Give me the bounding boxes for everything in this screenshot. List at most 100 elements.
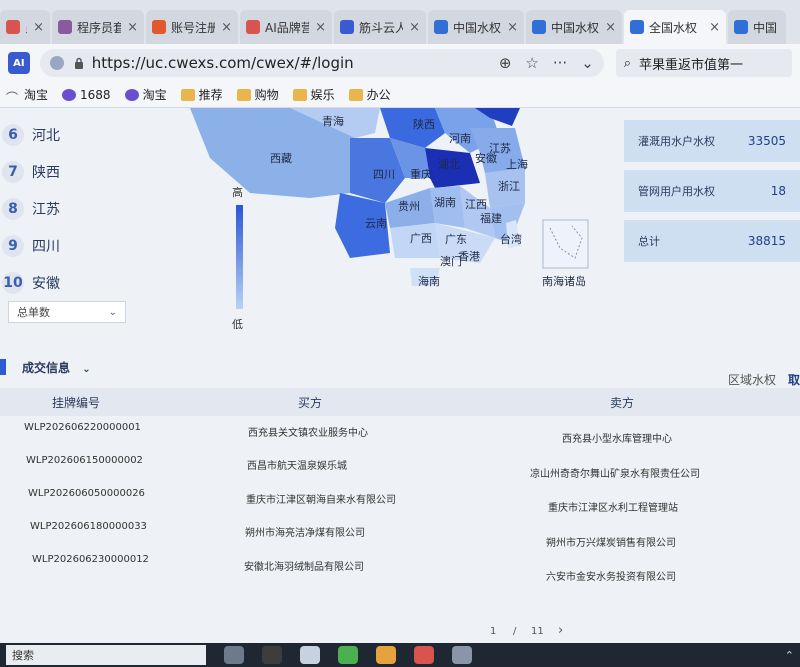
bookmark-label: 推荐 (198, 88, 223, 102)
metric-select-value: 总单数 (17, 306, 50, 319)
taskbar-search[interactable]: 搜索 (6, 645, 206, 665)
bookmark-star-icon[interactable]: ☆ (525, 54, 538, 72)
folder-icon (236, 88, 251, 101)
cell-seller: 西充县小型水库管理中心 (562, 434, 672, 445)
ranking-item[interactable]: 10 安徽 (0, 264, 180, 301)
browser-tab[interactable]: AI品牌营 × (240, 10, 332, 44)
deals-title[interactable]: 成交信息 ⌄ (22, 359, 91, 376)
rank-number: 7 (2, 160, 24, 183)
province-name: 四川 (32, 238, 60, 255)
site-favicon-icon: ⌒ (6, 90, 19, 105)
ranking-item[interactable]: 7 陕西 (0, 153, 180, 190)
pagination-next-button[interactable]: › (558, 623, 563, 638)
cell-buyer: 朔州市海亮洁净煤有限公司 (245, 528, 365, 540)
bookmark-item[interactable]: ⌒ 淘宝 (6, 86, 48, 105)
ai-assistant-icon[interactable]: AI (8, 52, 30, 74)
bookmark-item[interactable]: 推荐 (180, 86, 223, 103)
tab-title: 全国水权 (649, 20, 698, 35)
folder-icon (292, 88, 307, 101)
system-tray-chevron-icon[interactable]: ⌃ (785, 649, 794, 662)
browser-tab[interactable]: 中国 (728, 10, 786, 44)
page-content: 6 河北 7 陕西 8 江苏 9 四川 10 安徽 总单数 ⌄ 青海 陕西 河南… (0, 108, 800, 643)
taskbar-app-icon[interactable] (338, 646, 358, 664)
legend-high-label: 高 (232, 186, 243, 199)
cell-code: WLP202606230000012 (32, 554, 149, 565)
browser-tab[interactable]: 筋斗云人 × (334, 10, 426, 44)
reader-mode-icon[interactable]: ⊕ (499, 54, 512, 72)
cell-seller: 重庆市江津区水利工程管理站 (548, 503, 678, 514)
tab-water-intake-rights[interactable]: 取 (788, 371, 800, 388)
map-province-label: 福建 (480, 212, 502, 225)
map-province-label: 上海 (506, 158, 528, 171)
cell-code: WLP202606180000033 (30, 521, 147, 532)
deals-header: 成交信息 ⌄ (0, 353, 800, 381)
taskbar-app-icon[interactable] (262, 646, 282, 664)
taskbar-app-icon[interactable] (376, 646, 396, 664)
column-header-buyer: 买方 (298, 396, 323, 410)
bookmark-item[interactable]: 淘宝 (124, 86, 167, 103)
rank-number: 10 (2, 271, 24, 294)
tab-close-icon[interactable]: × (605, 20, 616, 35)
stat-label: 管网用户用水权 (638, 185, 715, 198)
tab-favicon-icon (6, 20, 20, 34)
tab-title: 账号注册 (171, 20, 216, 35)
ranking-item[interactable]: 8 江苏 (0, 190, 180, 227)
browser-tab[interactable]: 中国水权 × (526, 10, 622, 44)
tab-favicon-icon (246, 20, 260, 34)
tab-close-icon[interactable]: × (221, 20, 232, 35)
browser-tab[interactable]: 员套 × (0, 10, 50, 44)
taskbar-app-icon[interactable] (414, 646, 434, 664)
site-info-icon[interactable] (49, 56, 64, 70)
tab-favicon-icon (630, 20, 644, 34)
search-box[interactable]: ⌕ 苹果重返市值第一 (615, 49, 792, 77)
stat-card: 管网用户用水权 18 (624, 170, 800, 212)
map-province-label: 香港 (458, 250, 480, 263)
browser-tab[interactable]: 中国水权 × (428, 10, 524, 44)
map-province-label: 广西 (410, 232, 432, 245)
chevron-down-icon[interactable]: ⌄ (581, 54, 594, 72)
tab-close-icon[interactable]: × (709, 20, 720, 35)
url-text[interactable]: https://uc.cwexs.com/cwex/#/login (92, 54, 499, 72)
tab-close-icon[interactable]: × (127, 20, 138, 35)
tab-favicon-icon (152, 20, 166, 34)
bookmark-item[interactable]: 购物 (236, 86, 279, 103)
taskbar-app-icon[interactable] (224, 646, 244, 664)
tab-close-icon[interactable]: × (315, 20, 326, 35)
map-province-label: 河南 (449, 132, 471, 145)
browser-tab[interactable]: 全国水权 × (624, 10, 726, 44)
province-name: 陕西 (32, 164, 60, 181)
bookmark-item[interactable]: 办公 (348, 86, 391, 103)
stat-value: 18 (770, 184, 786, 198)
map-province-label: 湖北 (438, 158, 460, 171)
taskbar-app-icon[interactable] (452, 646, 472, 664)
tab-favicon-icon (734, 20, 748, 34)
more-menu-icon[interactable]: ··· (553, 54, 567, 72)
bookmark-label: 娱乐 (310, 88, 335, 102)
table-row[interactable]: WLP202606230000012 安徽北海羽绒制品有限公司 六安市金安水务投资有… (0, 548, 800, 583)
tab-close-icon[interactable]: × (33, 20, 44, 35)
address-bar: AI https://uc.cwexs.com/cwex/#/login ⊕ ☆… (0, 44, 800, 82)
table-row[interactable]: WLP202606150000002 西昌市航天温泉娱乐城 凉山州奇奇尔舞山矿泉水有… (0, 449, 800, 482)
browser-tab[interactable]: 程序员套 × (52, 10, 144, 44)
search-text: 苹果重返市值第一 (639, 57, 744, 73)
bookmark-item[interactable]: 娱乐 (292, 86, 335, 103)
folder-icon (348, 88, 363, 101)
table-row[interactable]: WLP202606180000033 朔州市海亮洁净煤有限公司 朔州市万兴煤炭销售有… (0, 515, 800, 549)
table-row[interactable]: WLP202606050000026 重庆市江津区朝海自来水有限公司 重庆市江津区水… (0, 482, 800, 515)
bookmark-item[interactable]: 1688 (62, 88, 111, 102)
cell-seller: 凉山州奇奇尔舞山矿泉水有限责任公司 (530, 468, 700, 480)
cell-code: WLP202606050000026 (28, 488, 145, 499)
folder-icon (180, 88, 195, 101)
tab-title: 员套 (25, 19, 27, 36)
table-row[interactable]: WLP202606220000001 西充县关文镇农业服务中心 西充县小型水库管理中… (0, 416, 800, 449)
tab-regional-water-rights[interactable]: 区域水权 (728, 371, 776, 388)
metric-select[interactable]: 总单数 ⌄ (8, 301, 126, 323)
tab-close-icon[interactable]: × (507, 20, 518, 35)
url-box[interactable]: https://uc.cwexs.com/cwex/#/login ⊕ ☆ ··… (39, 49, 604, 77)
ranking-item[interactable]: 6 河北 (0, 116, 180, 153)
ranking-item[interactable]: 9 四川 (0, 227, 180, 264)
chevron-down-icon: ⌄ (82, 363, 91, 375)
browser-tab[interactable]: 账号注册 × (146, 10, 238, 44)
taskbar-app-icon[interactable] (300, 646, 320, 664)
tab-close-icon[interactable]: × (409, 20, 420, 35)
